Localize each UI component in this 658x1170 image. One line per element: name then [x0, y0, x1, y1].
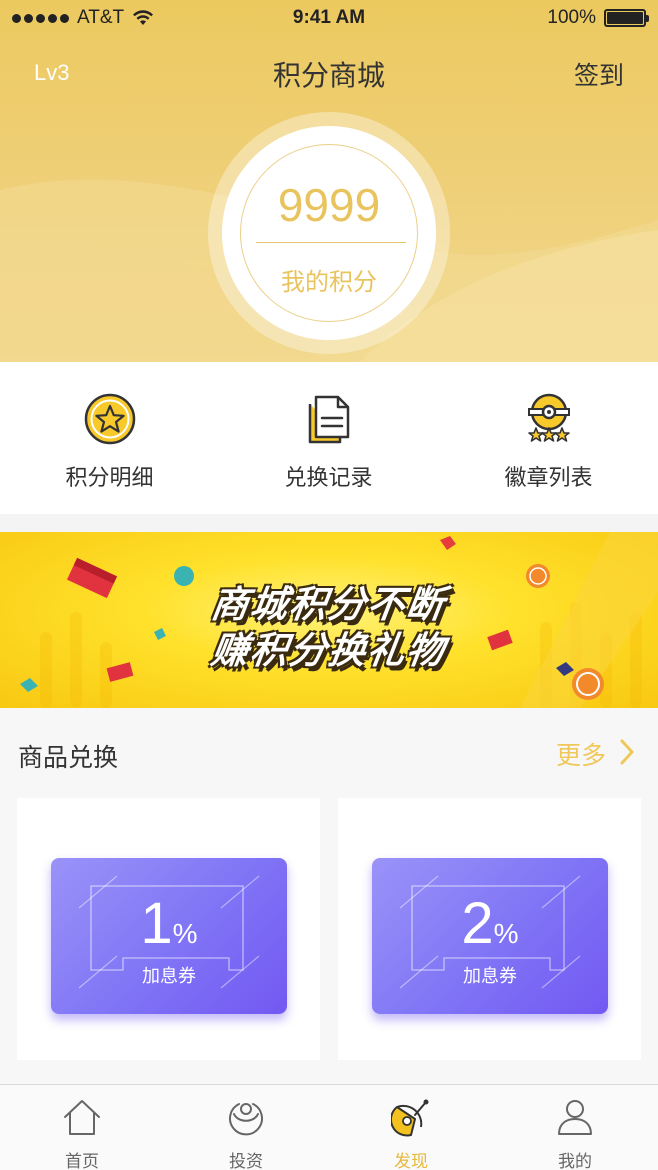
discover-icon [391, 1099, 429, 1137]
page-title: 积分商城 [272, 59, 385, 92]
section-title: 商品兑换 [18, 743, 119, 772]
quick-item-label: 兑换记录 [284, 466, 373, 491]
quick-menu: 积分明细 兑换记录 徽章列表 [0, 362, 658, 514]
product-card[interactable]: 2% 加息券 [338, 798, 641, 1060]
quick-item-label: 积分明细 [65, 466, 154, 491]
tab-home[interactable]: 首页 [0, 1085, 164, 1170]
tab-discover[interactable]: 发现 [329, 1085, 493, 1170]
coupon-value: 1 [140, 891, 173, 956]
sign-in-button[interactable]: 签到 [574, 56, 624, 92]
coupon: 2% 加息券 [372, 858, 608, 1014]
star-badge-icon [84, 393, 136, 445]
points-value: 9999 [277, 179, 381, 231]
user-icon [558, 1100, 592, 1135]
chevron-right-icon[interactable] [620, 738, 634, 766]
tab-label: 我的 [558, 1152, 592, 1170]
coupon-value: 2 [461, 891, 494, 956]
status-bar: AT&T 9:41 AM 100% [0, 0, 658, 36]
coupon-name: 加息券 [142, 966, 196, 987]
battery-icon [604, 9, 649, 27]
tab-label: 投资 [229, 1152, 263, 1170]
points-label: 我的积分 [281, 268, 377, 296]
header: AT&T 9:41 AM 100% Lv3 积分商城 签到 9999 我的积分 [0, 0, 658, 362]
tab-invest[interactable]: 投资 [164, 1085, 328, 1170]
points-mall-screen: AT&T 9:41 AM 100% Lv3 积分商城 签到 9999 我的积分 [0, 0, 658, 1170]
document-icon [308, 395, 350, 444]
product-card[interactable]: 1% 加息券 [17, 798, 320, 1060]
coupon-name: 加息券 [463, 966, 517, 987]
quick-item-exchange-record[interactable]: 兑换记录 [219, 362, 438, 514]
tab-label: 发现 [394, 1152, 428, 1170]
tab-label: 首页 [65, 1152, 99, 1170]
points-divider [256, 242, 406, 243]
quick-item-badge-list[interactable]: 徽章列表 [439, 362, 658, 514]
home-icon [64, 1100, 100, 1135]
coupon: 1% 加息券 [51, 858, 287, 1014]
tab-bar: 首页 投资 发现 我的 [0, 1084, 658, 1170]
battery-percent: 100% [547, 7, 596, 28]
banner-subheadline: 赚积分换礼物 [208, 629, 449, 672]
coupon-unit: % [172, 918, 198, 949]
quick-item-points-detail[interactable]: 积分明细 [0, 362, 219, 514]
product-exchange-section: 商品兑换 更多 1% 加息券 2% 加息券 [0, 708, 658, 1084]
medal-icon [528, 393, 570, 442]
more-link[interactable]: 更多 [556, 736, 606, 772]
quick-item-label: 徽章列表 [504, 466, 593, 491]
invest-icon [229, 1103, 263, 1136]
coupon-unit: % [493, 918, 519, 949]
tab-mine[interactable]: 我的 [493, 1085, 657, 1170]
